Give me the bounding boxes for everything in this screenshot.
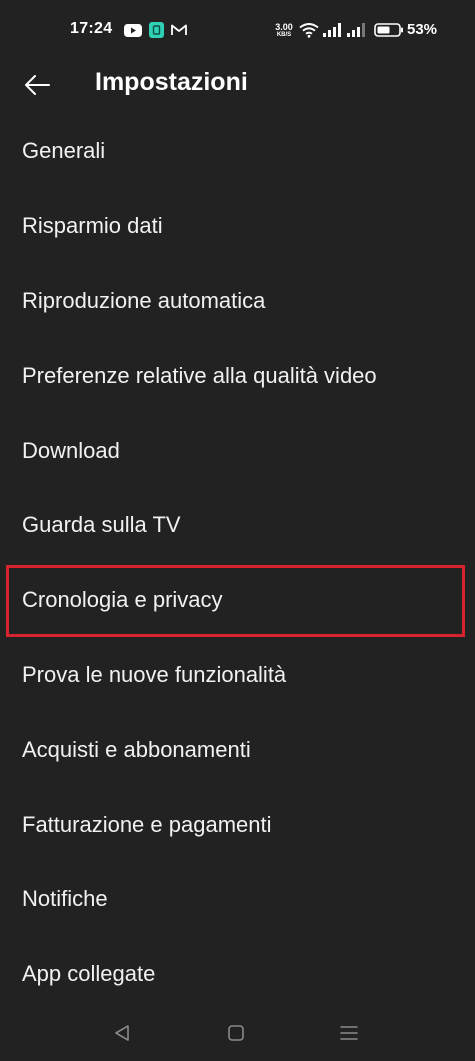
settings-item-app-collegate[interactable]: App collegate xyxy=(0,937,475,1012)
settings-item-label: Prova le nuove funzionalità xyxy=(22,661,287,687)
settings-item-acquisti-abbonamenti[interactable]: Acquisti e abbonamenti xyxy=(0,712,475,787)
status-bar: 17:24 3.00 KB/S 53% xyxy=(0,0,475,60)
network-speed-indicator: 3.00 KB/S xyxy=(271,21,297,41)
app-bar: Impostazioni xyxy=(0,60,475,108)
settings-item-label: Acquisti e abbonamenti xyxy=(22,736,251,762)
settings-item-label: Riproduzione automatica xyxy=(22,287,266,313)
network-speed-unit: KB/S xyxy=(276,32,292,38)
settings-item-label: Fatturazione e pagamenti xyxy=(22,811,272,837)
battery-percentage: 53% xyxy=(407,21,438,38)
settings-item-download[interactable]: Download xyxy=(0,413,475,488)
settings-item-label: Risparmio dati xyxy=(22,213,163,239)
system-nav-bar xyxy=(0,1005,475,1061)
back-button[interactable] xyxy=(18,66,56,104)
youtube-icon xyxy=(124,22,142,38)
arrow-left-icon xyxy=(25,75,50,95)
settings-item-fatturazione-pagamenti[interactable]: Fatturazione e pagamenti xyxy=(0,787,475,862)
triangle-back-icon xyxy=(115,1025,129,1041)
square-home-icon xyxy=(228,1025,244,1041)
nav-recents-button[interactable] xyxy=(337,1021,361,1045)
settings-item-risparmio-dati[interactable]: Risparmio dati xyxy=(0,189,475,264)
settings-item-label: Preferenze relative alla qualità video xyxy=(22,362,377,388)
settings-item-label: Download xyxy=(22,437,120,463)
settings-item-label: Cronologia e privacy xyxy=(22,587,223,613)
settings-item-qualita-video[interactable]: Preferenze relative alla qualità video xyxy=(0,338,475,413)
wifi-icon xyxy=(299,22,319,38)
settings-item-label: Guarda sulla TV xyxy=(22,512,181,538)
nav-home-button[interactable] xyxy=(224,1021,248,1045)
nav-back-button[interactable] xyxy=(110,1021,134,1045)
settings-item-nuove-funzionalita[interactable]: Prova le nuove funzionalità xyxy=(0,638,475,713)
status-time: 17:24 xyxy=(70,20,113,37)
settings-item-generali[interactable]: Generali xyxy=(0,114,475,189)
settings-item-label: Notifiche xyxy=(22,886,108,912)
signal-icon xyxy=(346,22,366,38)
settings-item-riproduzione-automatica[interactable]: Riproduzione automatica xyxy=(0,264,475,339)
gmail-icon xyxy=(170,22,188,38)
settings-item-guarda-sulla-tv[interactable]: Guarda sulla TV xyxy=(0,488,475,563)
signal-icon xyxy=(322,22,342,38)
app-notification-icon xyxy=(148,22,164,38)
settings-list: Generali Risparmio dati Riproduzione aut… xyxy=(0,114,475,1012)
battery-icon xyxy=(374,22,404,38)
page-title: Impostazioni xyxy=(95,68,248,96)
network-speed-value: 3.00 xyxy=(275,22,293,32)
settings-item-cronologia-privacy[interactable]: Cronologia e privacy xyxy=(0,563,475,638)
menu-recents-icon xyxy=(340,1026,358,1040)
settings-item-label: App collegate xyxy=(22,961,156,987)
settings-item-label: Generali xyxy=(22,138,106,164)
settings-item-notifiche[interactable]: Notifiche xyxy=(0,862,475,937)
